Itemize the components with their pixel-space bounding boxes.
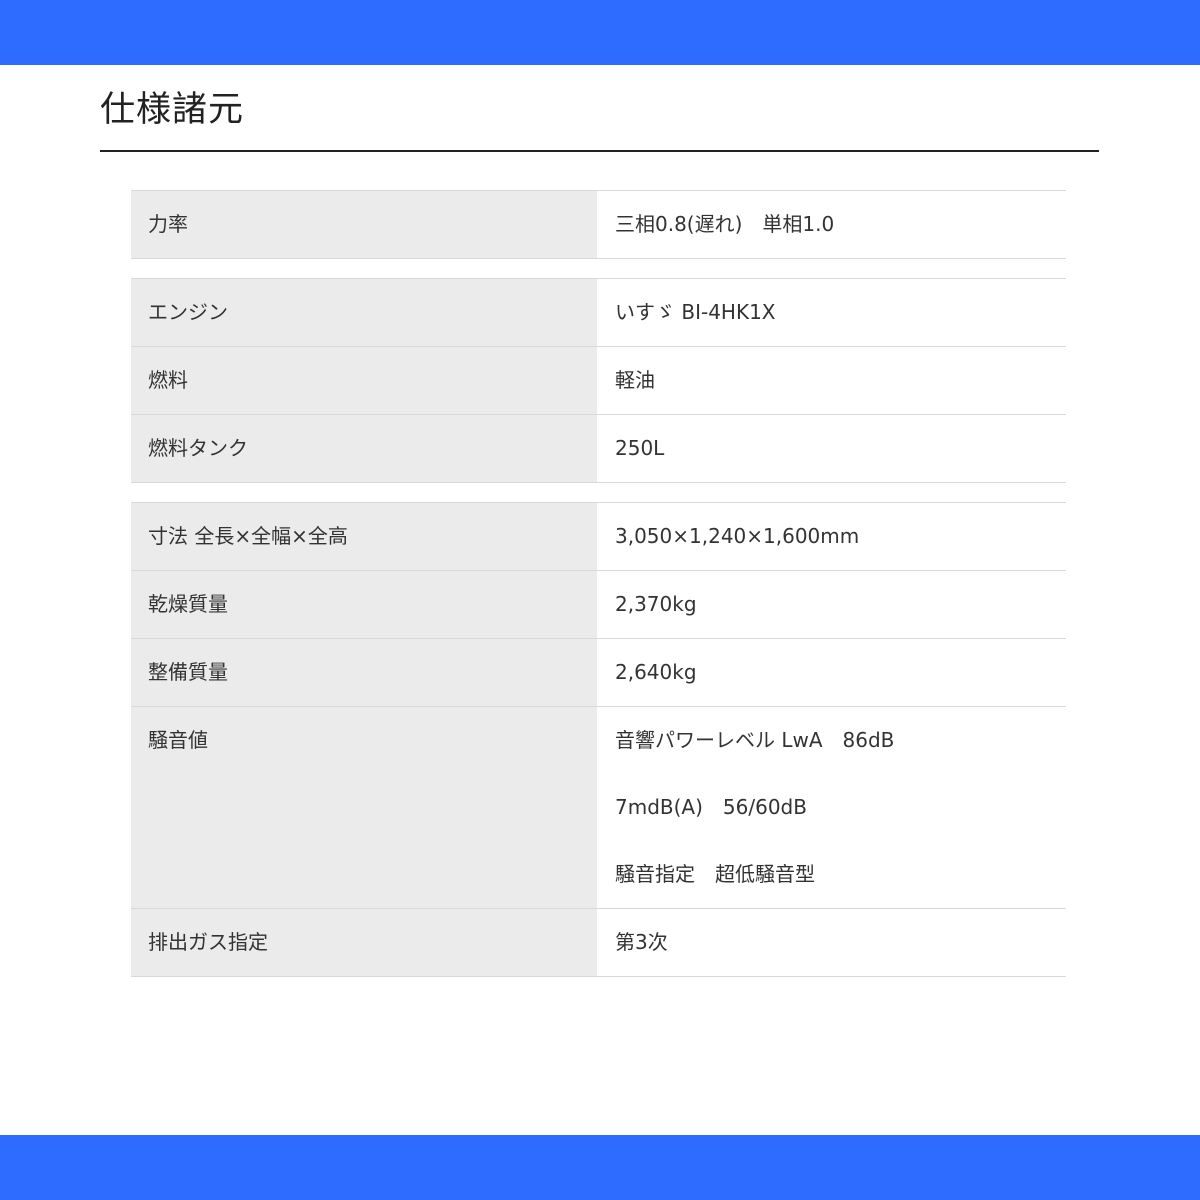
- spec-label: エンジン: [148, 300, 228, 324]
- title-divider: [100, 150, 1099, 152]
- table-row: 乾燥質量 2,370kg: [131, 570, 1066, 639]
- spec-value: いすゞ BI-4HK1X: [615, 300, 776, 324]
- spec-table-power: 力率 三相0.8(遅れ) 単相1.0: [131, 190, 1066, 259]
- table-row: 燃料タンク 250L: [131, 414, 1066, 483]
- table-row: 騒音値 音響パワーレベル LwA 86dB 7mdB(A) 56/60dB 騒音…: [131, 706, 1066, 909]
- spec-label: 排出ガス指定: [148, 930, 268, 954]
- spec-table-engine: エンジン いすゞ BI-4HK1X 燃料 軽油 燃料タンク 250L: [131, 278, 1066, 483]
- spec-label: 乾燥質量: [148, 592, 228, 616]
- spec-value: 第3次: [615, 930, 668, 954]
- spec-label: 騒音値: [148, 728, 208, 752]
- table-row: エンジン いすゞ BI-4HK1X: [131, 278, 1066, 347]
- table-row: 排出ガス指定 第3次: [131, 908, 1066, 977]
- spec-value-line: 騒音指定 超低騒音型: [615, 862, 815, 886]
- spec-value: 3,050×1,240×1,600mm: [615, 524, 860, 548]
- spec-label: 整備質量: [148, 660, 228, 684]
- bottom-banner: [0, 1135, 1200, 1200]
- table-row: 力率 三相0.8(遅れ) 単相1.0: [131, 190, 1066, 259]
- top-banner: [0, 0, 1200, 65]
- spec-value: 2,640kg: [615, 660, 697, 684]
- spec-value-line: 7mdB(A) 56/60dB: [615, 795, 807, 819]
- spec-value: 250L: [615, 436, 665, 460]
- spec-label: 寸法 全長×全幅×全高: [148, 524, 348, 548]
- spec-table-dimensions: 寸法 全長×全幅×全高 3,050×1,240×1,600mm 乾燥質量 2,3…: [131, 502, 1066, 977]
- spec-value: 2,370kg: [615, 592, 697, 616]
- spec-value-line: 音響パワーレベル LwA 86dB: [615, 728, 895, 752]
- spec-value: 三相0.8(遅れ) 単相1.0: [615, 212, 835, 236]
- table-row: 寸法 全長×全幅×全高 3,050×1,240×1,600mm: [131, 502, 1066, 571]
- spec-value: 軽油: [615, 368, 655, 392]
- page-title: 仕様諸元: [100, 90, 245, 130]
- spec-label: 力率: [148, 212, 188, 236]
- spec-label: 燃料タンク: [148, 436, 248, 460]
- table-row: 整備質量 2,640kg: [131, 638, 1066, 707]
- table-row: 燃料 軽油: [131, 346, 1066, 415]
- spec-label: 燃料: [148, 368, 188, 392]
